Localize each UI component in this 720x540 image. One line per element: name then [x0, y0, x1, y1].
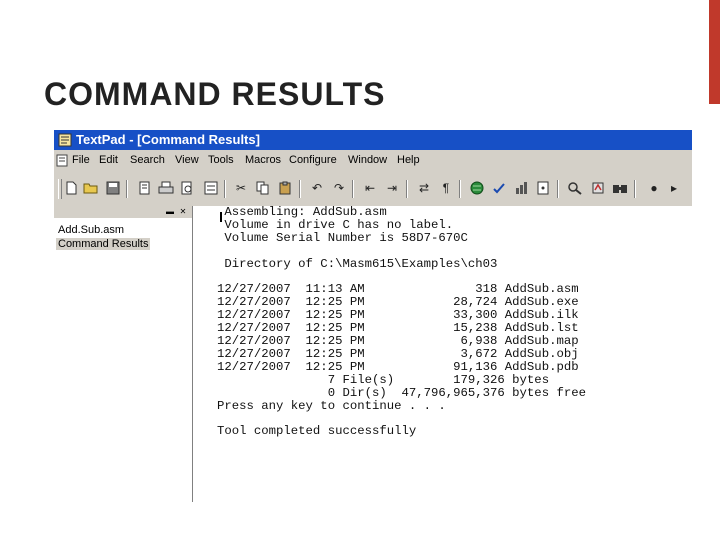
slide-title: COMMAND RESULTS: [44, 76, 386, 112]
output-line: 12/27/2007 12:25 PM 6,938 AddSub.map: [217, 334, 579, 349]
document-selector-header: ▬ ✕: [54, 206, 192, 218]
pilcrow-icon[interactable]: ¶: [438, 180, 454, 196]
output-line: 12/27/2007 11:13 AM 318 AddSub.asm: [217, 282, 579, 297]
output-line: Volume Serial Number is 58D7-670C: [217, 230, 468, 245]
menu-configure[interactable]: Configure: [289, 154, 337, 166]
output-line: 12/27/2007 12:25 PM 28,724 AddSub.exe: [217, 295, 579, 310]
output-line: Assembling: AddSub.asm: [217, 205, 387, 219]
view-whitespace-icon[interactable]: [535, 180, 551, 196]
tool-icon[interactable]: [590, 180, 606, 196]
document-icon[interactable]: [56, 154, 68, 167]
undo-icon[interactable]: ↶: [309, 180, 325, 196]
document-item-addsub[interactable]: Add.Sub.asm: [58, 224, 124, 236]
spelling-icon[interactable]: [203, 180, 219, 196]
menu-file[interactable]: File: [72, 154, 90, 166]
menu-tools[interactable]: Tools: [208, 154, 234, 166]
word-wrap-icon[interactable]: ⇄: [416, 180, 432, 196]
textpad-app-icon: [58, 133, 72, 147]
copy-icon[interactable]: [255, 180, 271, 196]
save-all-icon[interactable]: [136, 180, 152, 196]
play-macro-icon[interactable]: ●: [646, 180, 662, 196]
redo-icon[interactable]: ↷: [331, 180, 347, 196]
increase-indent-icon[interactable]: ⇥: [384, 180, 400, 196]
output-line: Directory of C:\Masm615\Examples\ch03: [217, 256, 498, 271]
new-file-icon[interactable]: [63, 180, 79, 196]
output-line: Tool completed successfully: [217, 424, 417, 439]
statistics-icon[interactable]: [513, 180, 529, 196]
save-icon[interactable]: [105, 180, 121, 196]
web-icon[interactable]: [469, 180, 485, 196]
output-line: Volume in drive C has no label.: [217, 217, 454, 232]
window-titlebar[interactable]: TextPad - [Command Results]: [54, 130, 692, 150]
open-folder-icon[interactable]: [83, 180, 99, 196]
menu-edit[interactable]: Edit: [99, 154, 118, 166]
menu-help[interactable]: Help: [397, 154, 420, 166]
output-line: Press any key to continue . . .: [217, 398, 446, 413]
decrease-indent-icon[interactable]: ⇤: [362, 180, 378, 196]
output-line: 7 File(s) 179,326 bytes: [217, 372, 550, 387]
output-line: 12/27/2007 12:25 PM 91,136 AddSub.pdb: [217, 359, 579, 374]
record-macro-icon[interactable]: [612, 180, 628, 196]
paste-icon[interactable]: [277, 180, 293, 196]
toolbar: ✂ ↶ ↷ ⇤ ⇥ ⇄ ¶ ● ▸: [54, 176, 692, 202]
output-line: 12/27/2007 12:25 PM 15,238 AddSub.lst: [217, 321, 579, 336]
output-line: 12/27/2007 12:25 PM 33,300 AddSub.ilk: [217, 308, 579, 323]
document-item-command-results[interactable]: Command Results: [56, 238, 151, 250]
output-line: 0 Dir(s) 47,796,965,376 bytes free: [217, 385, 586, 400]
print-icon[interactable]: [158, 180, 174, 196]
command-output-text: Assembling: AddSub.asm Volume in drive C…: [217, 206, 586, 438]
textpad-window: TextPad - [Command Results] File Edit Se…: [54, 130, 692, 502]
command-output-editor[interactable]: Assembling: AddSub.asm Volume in drive C…: [193, 206, 692, 502]
more-tools-icon[interactable]: ▸: [666, 180, 682, 196]
output-line: 12/27/2007 12:25 PM 3,672 AddSub.obj: [217, 346, 579, 361]
menu-macros[interactable]: Macros: [245, 154, 281, 166]
toolbar-grip[interactable]: [58, 179, 62, 199]
menu-window[interactable]: Window: [348, 154, 387, 166]
menu-search[interactable]: Search: [130, 154, 165, 166]
window-title: TextPad - [Command Results]: [76, 132, 260, 147]
print-preview-icon[interactable]: [179, 180, 195, 196]
close-pane-icon[interactable]: ✕: [178, 207, 188, 216]
accent-bar: [709, 0, 720, 104]
menu-bar: File Edit Search View Tools Macros Confi…: [54, 152, 692, 170]
spell-check-icon[interactable]: [491, 180, 507, 196]
document-selector: ▬ ✕ Add.Sub.asm Command Results: [54, 206, 193, 502]
cut-icon[interactable]: ✂: [233, 180, 249, 196]
minimize-pane-icon[interactable]: ▬: [165, 207, 175, 216]
menu-view[interactable]: View: [175, 154, 199, 166]
find-icon[interactable]: [567, 180, 583, 196]
